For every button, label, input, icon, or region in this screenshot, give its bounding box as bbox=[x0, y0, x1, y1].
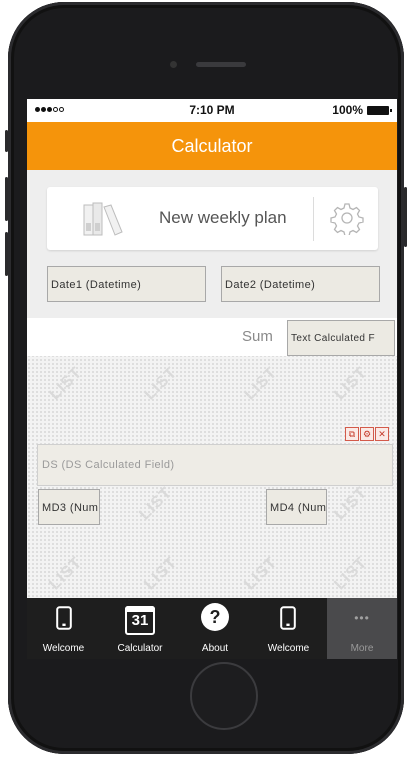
watermark-text: LIST bbox=[141, 553, 181, 594]
form-content: New weekly plan Date1 (Datetime) Date2 (… bbox=[27, 170, 397, 598]
phone-icon bbox=[56, 606, 72, 630]
calendar-icon: 31 bbox=[125, 602, 155, 635]
power-button bbox=[404, 187, 407, 247]
watermark-text: LIST bbox=[331, 553, 371, 594]
tab-label: Welcome bbox=[42, 643, 85, 654]
tab-more[interactable]: ••• More bbox=[327, 598, 397, 659]
earpiece-speaker bbox=[196, 62, 246, 67]
page-title: Calculator bbox=[171, 136, 253, 156]
card-divider bbox=[313, 197, 314, 241]
watermark-text: LIST bbox=[331, 483, 371, 524]
phone-icon bbox=[280, 606, 296, 630]
navigation-bar: Calculator bbox=[27, 122, 397, 170]
sum-label: Sum bbox=[242, 328, 273, 345]
tab-label: Calculator bbox=[117, 643, 163, 654]
header-panel: New weekly plan Date1 (Datetime) Date2 (… bbox=[27, 170, 397, 318]
tab-bar: Welcome 31 Calculator ? About Welcome ••… bbox=[27, 598, 397, 659]
settings-icon[interactable]: ⚙ bbox=[360, 427, 374, 441]
tab-about[interactable]: ? About bbox=[180, 598, 250, 659]
tab-calculator[interactable]: 31 Calculator bbox=[100, 598, 180, 659]
sum-row: Sum Text Calculated F bbox=[27, 318, 397, 356]
watermark-text: LIST bbox=[46, 363, 86, 404]
md3-field[interactable]: MD3 (Num bbox=[38, 489, 100, 525]
watermark-text: LIST bbox=[241, 553, 281, 594]
help-icon: ? bbox=[201, 603, 229, 631]
md4-field[interactable]: MD4 (Num bbox=[266, 489, 327, 525]
date2-field[interactable]: Date2 (Datetime) bbox=[221, 266, 380, 302]
sum-field[interactable]: Text Calculated F bbox=[287, 320, 395, 356]
tab-welcome[interactable]: Welcome bbox=[27, 598, 100, 659]
watermark-text: LIST bbox=[46, 553, 86, 594]
watermark-text: LIST bbox=[136, 483, 176, 524]
books-icon bbox=[83, 202, 123, 236]
tab-label: More bbox=[350, 643, 374, 654]
home-button[interactable] bbox=[190, 662, 258, 730]
calendar-day: 31 bbox=[131, 612, 149, 629]
date1-field[interactable]: Date1 (Datetime) bbox=[47, 266, 206, 302]
front-camera bbox=[170, 61, 177, 68]
battery-percent: 100% bbox=[332, 103, 363, 117]
copy-icon[interactable]: ⧉ bbox=[345, 427, 359, 441]
watermark-text: LIST bbox=[331, 363, 371, 404]
weekly-plan-label: New weekly plan bbox=[159, 208, 287, 227]
screen: 7:10 PM 100% Calculator New weekly plan bbox=[27, 99, 397, 659]
status-bar: 7:10 PM 100% bbox=[27, 99, 397, 122]
watermark-text: LIST bbox=[141, 363, 181, 404]
mute-switch bbox=[5, 130, 8, 152]
watermark-text: LIST bbox=[241, 363, 281, 404]
close-icon[interactable]: ✕ bbox=[375, 427, 389, 441]
tab-label: Welcome bbox=[267, 643, 310, 654]
tab-welcome-2[interactable]: Welcome bbox=[250, 598, 327, 659]
more-icon: ••• bbox=[354, 611, 370, 625]
ds-calculated-field[interactable]: DS (DS Calculated Field) bbox=[37, 444, 393, 486]
battery-icon bbox=[367, 106, 392, 115]
field-toolbar: ⧉ ⚙ ✕ bbox=[345, 427, 389, 441]
gear-icon[interactable] bbox=[330, 201, 364, 235]
volume-up-button bbox=[5, 177, 8, 221]
volume-down-button bbox=[5, 232, 8, 276]
weekly-plan-card[interactable]: New weekly plan bbox=[47, 187, 378, 250]
tab-label: About bbox=[201, 643, 229, 654]
